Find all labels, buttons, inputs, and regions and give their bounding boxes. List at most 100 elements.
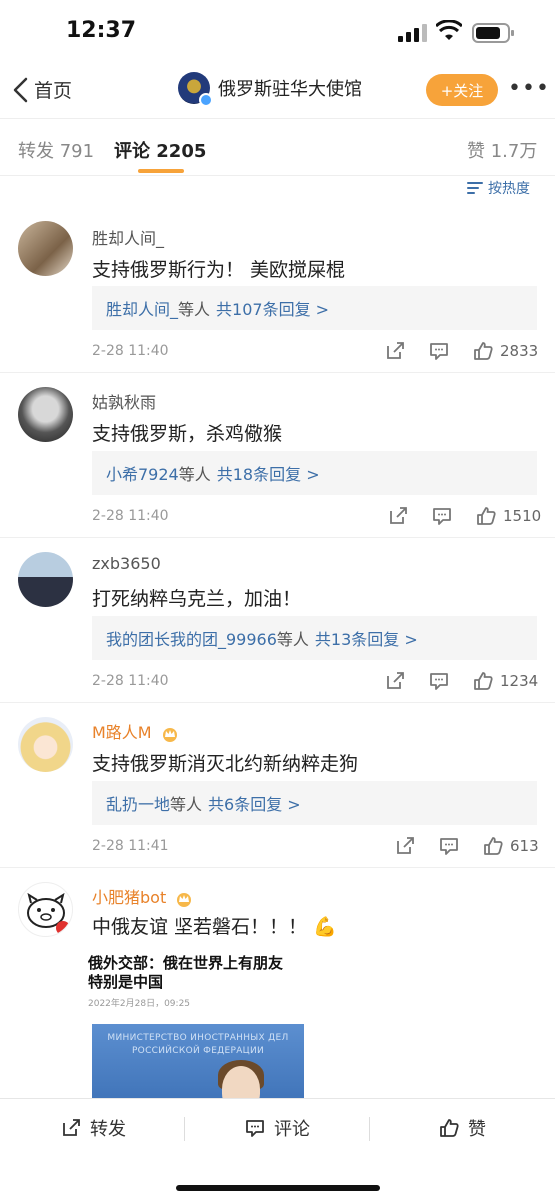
crown-badge-icon <box>177 892 192 907</box>
comment-icon <box>246 1120 264 1137</box>
reply-summary[interactable]: 胜却人间_ 等人 共107条回复 > <box>92 286 537 330</box>
battery-icon <box>472 23 514 43</box>
user-avatar[interactable] <box>18 882 73 937</box>
reply-mid: 等人 <box>178 465 211 484</box>
status-time: 12:37 <box>66 18 137 43</box>
comment-icon[interactable] <box>438 835 460 857</box>
like-icon[interactable] <box>482 835 504 857</box>
comment-username-text: M路人M <box>92 723 152 742</box>
comment-username[interactable]: 胜却人间_ <box>92 225 164 249</box>
user-avatar[interactable] <box>18 221 73 276</box>
divider <box>369 1117 370 1141</box>
sort-toggle[interactable]: 按热度 <box>466 178 530 198</box>
signal-icon <box>398 24 427 42</box>
embed-sign-line-1: МИНИСТЕРСТВО ИНОСТРАННЫХ ДЕЛ <box>107 1033 289 1043</box>
flex-emoji-icon: 💪 <box>313 916 337 938</box>
embed-headline-2: 特别是中国 <box>88 973 164 991</box>
comment-actions: 2833 <box>384 340 538 362</box>
reply-users: 乱扔一地 <box>106 795 171 814</box>
bottom-action-bar: 转发 评论 赞 <box>0 1098 555 1200</box>
account-header[interactable]: 俄罗斯驻华大使馆 <box>178 72 362 107</box>
like-icon <box>440 1119 459 1137</box>
back-button[interactable]: 首页 <box>12 76 72 103</box>
comment-text: 打死纳粹乌克兰，加油！ <box>92 588 302 610</box>
embed-sign-line-2: РОССИЙСКОЙ ФЕДЕРАЦИИ <box>131 1046 265 1056</box>
wifi-icon <box>436 20 462 40</box>
reply-users: 胜却人间_ <box>106 300 179 319</box>
share-icon[interactable] <box>384 670 406 692</box>
comment-item: M路人M 支持俄罗斯消灭北约新纳粹走狗 乱扔一地 等人 共6条回复 > 2-28… <box>0 703 555 868</box>
page-title: 俄罗斯驻华大使馆 <box>218 79 362 100</box>
embed-headline-1: 俄外交部：俄在世界上有朋友 <box>88 954 284 972</box>
share-icon <box>63 1119 80 1136</box>
reply-count: 共6条回复 > <box>208 795 301 814</box>
comment-item: zxb3650 打死纳粹乌克兰，加油！ 我的团长我的团_99966 等人 共13… <box>0 538 555 703</box>
reply-count: 共13条回复 > <box>314 630 418 649</box>
crown-badge-icon <box>162 727 177 742</box>
comment-username[interactable]: 小肥猪bot <box>92 884 193 908</box>
reply-mid: 等人 <box>178 300 211 319</box>
tab-comments[interactable]: 评论 2205 <box>114 137 206 163</box>
tab-bar: 转发 791 评论 2205 赞 1.7万 <box>0 118 555 176</box>
pig-avatar-icon <box>27 892 70 935</box>
like-icon[interactable] <box>475 505 497 527</box>
like-icon[interactable] <box>472 340 494 362</box>
divider <box>184 1117 185 1141</box>
like-count: 1510 <box>503 507 542 525</box>
reply-users: 小希7924 <box>106 465 179 484</box>
comment-text: 支持俄罗斯消灭北约新纳粹走狗 <box>92 753 359 775</box>
share-icon[interactable] <box>387 505 409 527</box>
comment-button[interactable]: 评论 <box>244 1115 310 1141</box>
comment-actions: 1510 <box>387 505 541 527</box>
comment-username[interactable]: 姑孰秋雨 <box>92 389 156 413</box>
sort-label: 按热度 <box>488 181 530 197</box>
reply-count: 共18条回复 > <box>216 465 320 484</box>
comment-icon[interactable] <box>428 340 450 362</box>
embed-date: 2022年2月28日，09:25 <box>88 999 191 1009</box>
comment-text-body: 中俄友谊 坚若磐石！！！ <box>92 916 308 938</box>
more-options-button[interactable]: ••• <box>508 76 550 101</box>
nav-bar: 首页 俄罗斯驻华大使馆 +关注 ••• <box>0 64 555 118</box>
chevron-left-icon <box>13 77 28 102</box>
user-avatar[interactable] <box>18 717 73 772</box>
tab-reposts[interactable]: 转发 791 <box>18 137 94 163</box>
reply-mid: 等人 <box>170 795 203 814</box>
user-avatar[interactable] <box>18 387 73 442</box>
comment-actions: 1234 <box>384 670 538 692</box>
tab-likes[interactable]: 赞 1.7万 <box>467 137 537 163</box>
comment-text: 支持俄罗斯，杀鸡儆猴 <box>92 423 283 445</box>
active-tab-indicator <box>138 169 184 173</box>
like-button[interactable]: 赞 <box>438 1115 486 1141</box>
reply-users: 我的团长我的团_99966 <box>106 630 277 649</box>
comment-item: 胜却人间_ 支持俄罗斯行为！ 美欧搅屎棍 胜却人间_ 等人 共107条回复 > … <box>0 205 555 373</box>
comment-item: 姑孰秋雨 支持俄罗斯，杀鸡儆猴 小希7924 等人 共18条回复 > 2-28 … <box>0 373 555 538</box>
status-bar: 12:37 <box>0 0 555 64</box>
like-count: 613 <box>510 837 539 855</box>
reply-summary[interactable]: 乱扔一地 等人 共6条回复 > <box>92 781 537 825</box>
comment-date: 2-28 11:40 <box>92 673 169 689</box>
embed-photo: МИНИСТЕРСТВО ИНОСТРАННЫХ ДЕЛ РОССИЙСКОЙ … <box>92 1024 304 1104</box>
comment-icon[interactable] <box>428 670 450 692</box>
comment-username[interactable]: M路人M <box>92 719 179 743</box>
comment-icon[interactable] <box>431 505 453 527</box>
comment-image[interactable]: 俄外交部：俄在世界上有朋友 特别是中国 2022年2月28日，09:25 МИН… <box>88 954 313 1104</box>
user-avatar[interactable] <box>18 552 73 607</box>
like-count: 1234 <box>500 672 539 690</box>
reply-summary[interactable]: 我的团长我的团_99966 等人 共13条回复 > <box>92 616 537 660</box>
like-icon[interactable] <box>472 670 494 692</box>
comment-text: 支持俄罗斯行为！ 美欧搅屎棍 <box>92 259 346 281</box>
like-label: 赞 <box>468 1119 486 1140</box>
share-icon[interactable] <box>394 835 416 857</box>
share-icon[interactable] <box>384 340 406 362</box>
comment-date: 2-28 11:40 <box>92 343 169 359</box>
reply-summary[interactable]: 小希7924 等人 共18条回复 > <box>92 451 537 495</box>
comment-text: 中俄友谊 坚若磐石！！！ 💪 <box>92 912 337 939</box>
home-indicator[interactable] <box>176 1185 380 1191</box>
like-count: 2833 <box>500 342 539 360</box>
comment-date: 2-28 11:41 <box>92 838 169 854</box>
comment-date: 2-28 11:40 <box>92 508 169 524</box>
embassy-avatar[interactable] <box>178 72 213 107</box>
follow-button[interactable]: +关注 <box>426 74 498 106</box>
comment-username[interactable]: zxb3650 <box>92 554 161 573</box>
repost-button[interactable]: 转发 <box>60 1115 126 1141</box>
